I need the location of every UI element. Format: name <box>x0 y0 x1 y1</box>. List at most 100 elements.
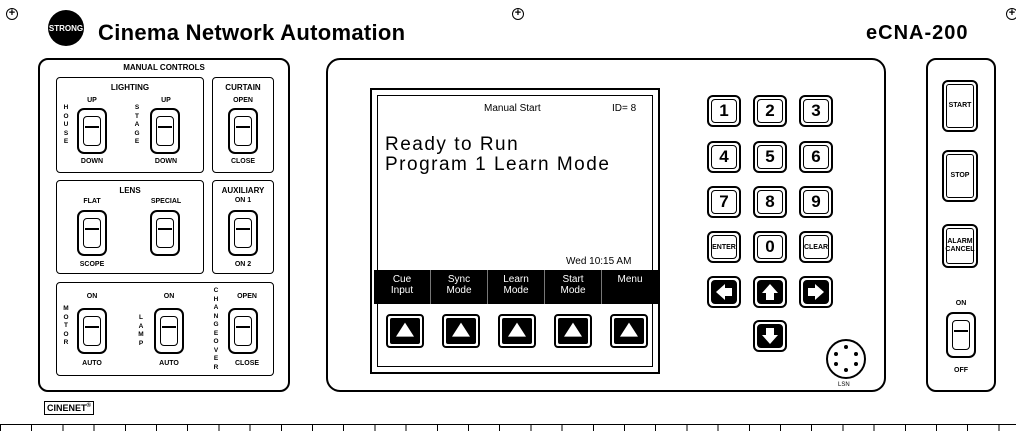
up-arrow-key[interactable] <box>753 276 787 308</box>
motor-auto-label: AUTO <box>82 360 102 367</box>
softkey-label-cue-input: Cue Input <box>374 270 431 304</box>
automation-panel: + + + STRONG Cinema Network Automation e… <box>0 0 1016 431</box>
learn-mode-button[interactable] <box>498 314 536 348</box>
lighting-title: LIGHTING <box>110 83 150 92</box>
lsn-port-label: LSN <box>838 382 850 388</box>
key-label: 3 <box>803 99 829 123</box>
manual-controls-title: MANUAL CONTROLS <box>123 63 205 72</box>
softkey-label-line2: Mode <box>503 285 529 296</box>
key-4[interactable]: 4 <box>707 141 741 173</box>
softkey-label-line1: Cue <box>392 274 412 285</box>
button-label: STOP <box>946 154 974 198</box>
key-label: 9 <box>803 190 829 214</box>
sync-mode-button[interactable] <box>442 314 480 348</box>
lens-special-switch[interactable] <box>150 210 180 256</box>
strong-logo: STRONG <box>48 10 84 46</box>
menu-button[interactable] <box>610 314 648 348</box>
display-datetime: Wed 10:15 AM <box>566 256 632 267</box>
motor-label: MOTOR <box>63 305 69 346</box>
key-3[interactable]: 3 <box>799 95 833 127</box>
key-9[interactable]: 9 <box>799 186 833 218</box>
key-5[interactable]: 5 <box>753 141 787 173</box>
motor-switch[interactable] <box>77 308 107 354</box>
arrow-down-icon <box>762 328 778 344</box>
curtain-title: CURTAIN <box>225 83 261 92</box>
lamp-switch[interactable] <box>154 308 184 354</box>
display-status-line2: Program 1 Learn Mode <box>385 154 611 175</box>
softkey-label-line1: Menu <box>617 274 643 285</box>
key-label: 4 <box>711 145 737 169</box>
changeover-switch[interactable] <box>228 308 258 354</box>
house-up-label: UP <box>87 97 97 104</box>
softkey-label-bar: Cue Input Sync Mode Learn Mode Start Mode Me… <box>374 270 658 304</box>
display-mode-header: Manual Start <box>484 103 541 114</box>
house-lights-switch[interactable] <box>77 108 107 154</box>
screw-top-left-icon: + <box>6 8 18 20</box>
display-id: ID= 8 <box>612 103 637 114</box>
key-2[interactable]: 2 <box>753 95 787 127</box>
lamp-auto-label: AUTO <box>159 360 179 367</box>
softkey-label-line1: Learn <box>503 274 529 285</box>
registered-mark: ® <box>86 403 91 409</box>
logo-text: STRONG <box>48 23 84 33</box>
lsn-port-icon[interactable] <box>826 339 866 379</box>
triangle-up-icon <box>452 322 470 337</box>
house-down-label: DOWN <box>80 158 104 165</box>
button-label: ALARM CANCEL <box>945 228 975 264</box>
start-mode-button[interactable] <box>554 314 592 348</box>
changeover-open-label: OPEN <box>237 293 257 300</box>
curtain-close-label: CLOSE <box>230 158 256 165</box>
stage-lights-switch[interactable] <box>150 108 180 154</box>
auxiliary-on1-label: ON 1 <box>234 197 252 204</box>
stop-button[interactable]: STOP <box>942 150 978 202</box>
display-status-line1: Ready to Run <box>385 134 520 155</box>
softkey-label-line2: Mode <box>560 285 586 296</box>
key-8[interactable]: 8 <box>753 186 787 218</box>
stage-label: STAGE <box>134 104 140 145</box>
left-arrow-key[interactable] <box>707 276 741 308</box>
lens-special-label: SPECIAL <box>150 198 182 205</box>
lens-title: LENS <box>119 186 141 195</box>
curtain-switch[interactable] <box>228 108 258 154</box>
key-6[interactable]: 6 <box>799 141 833 173</box>
enter-key[interactable]: ENTER <box>707 231 741 263</box>
key-1[interactable]: 1 <box>707 95 741 127</box>
softkey-label-line1: Sync <box>447 274 471 285</box>
button-label: START <box>946 84 974 128</box>
softkey-label-sync-mode: Sync Mode <box>431 270 488 304</box>
lens-flat-scope-switch[interactable] <box>77 210 107 256</box>
softkey-label-line2: Input <box>390 285 414 296</box>
key-label: 6 <box>803 145 829 169</box>
auxiliary-switch[interactable] <box>228 210 258 256</box>
triangle-up-icon <box>564 322 582 337</box>
right-arrow-key[interactable] <box>799 276 833 308</box>
arrow-right-icon <box>808 284 824 300</box>
power-switch[interactable] <box>946 312 976 358</box>
key-label: CLEAR <box>803 235 829 259</box>
softkey-label-menu: Menu <box>602 270 658 304</box>
key-label: 2 <box>757 99 783 123</box>
key-label: 0 <box>757 235 783 259</box>
key-7[interactable]: 7 <box>707 186 741 218</box>
cinenet-logo: CINENET® <box>44 401 94 415</box>
alarm-cancel-button[interactable]: ALARM CANCEL <box>942 224 978 268</box>
triangle-up-icon <box>508 322 526 337</box>
softkey-label-line1: Start <box>562 274 584 285</box>
cinenet-text: CINENET <box>47 403 87 413</box>
triangle-up-icon <box>396 322 414 337</box>
key-label: 7 <box>711 190 737 214</box>
model-number: eCNA-200 <box>866 22 969 44</box>
key-0[interactable]: 0 <box>753 231 787 263</box>
down-arrow-key[interactable] <box>753 320 787 352</box>
power-on-label: ON <box>955 300 967 307</box>
start-button[interactable]: START <box>942 80 978 132</box>
cue-input-button[interactable] <box>386 314 424 348</box>
stage-down-label: DOWN <box>154 158 178 165</box>
power-off-label: OFF <box>954 367 968 374</box>
clear-key[interactable]: CLEAR <box>799 231 833 263</box>
arrow-left-icon <box>716 284 732 300</box>
softkey-label-line2: Mode <box>446 285 472 296</box>
auxiliary-title: AUXILIARY <box>221 186 265 195</box>
lens-scope-label: SCOPE <box>79 261 105 268</box>
lamp-label: LAMP <box>138 314 144 347</box>
